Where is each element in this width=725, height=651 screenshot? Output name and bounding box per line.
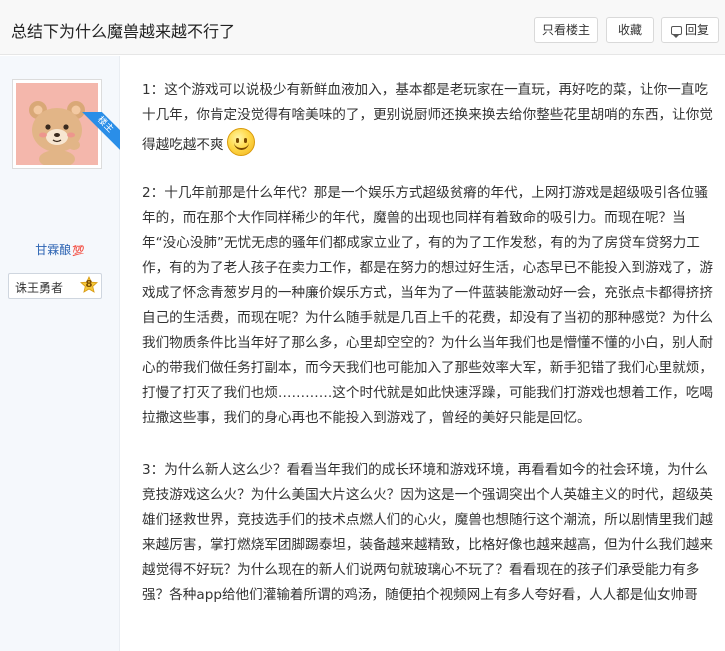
reply-button-label: 回复 (684, 23, 709, 37)
reply-icon (670, 26, 682, 38)
post-content: 1：这个游戏可以说极少有新鲜血液加入，基本都是老玩家在一直玩，再好吃的菜，让你一… (142, 78, 716, 635)
op-badge-label: 楼主 (80, 112, 120, 151)
post-paragraph-2: 2：十几年前那是什么年代？那是一个娱乐方式超级贫瘠的年代，上网打游戏是超级吸引各… (142, 185, 713, 426)
op-badge: 楼主 (80, 112, 120, 152)
rank-badge[interactable]: 诛王勇者 8 (8, 273, 102, 299)
username-text: 甘霖酿 (35, 243, 72, 257)
hundred-points-icon: 💯 (72, 246, 85, 257)
rank-title: 诛王勇者 (15, 281, 64, 295)
post-paragraph-3: 3：为什么新人这么少？看看当年我们的成长环境和游戏环境，再看看如今的社会环境，为… (142, 462, 713, 603)
author-username[interactable]: 甘霖酿💯 (0, 241, 120, 258)
thread-title: 总结下为什么魔兽越来越不行了 (11, 22, 236, 41)
thread-header: 总结下为什么魔兽越来越不行了 只看楼主 收藏 回复 (0, 0, 725, 55)
only-op-button[interactable]: 只看楼主 (534, 17, 598, 43)
rank-level-number: 8 (85, 279, 93, 290)
level-star-icon: 8 (79, 276, 99, 296)
favorite-button[interactable]: 收藏 (606, 17, 654, 43)
post-paragraph-1: 1：这个游戏可以说极少有新鲜血液加入，基本都是老玩家在一直玩，再好吃的菜，让你一… (142, 78, 716, 158)
smiley-emoji-icon (226, 128, 255, 156)
author-sidebar: 楼主 甘霖酿💯 诛王勇者 8 (0, 56, 120, 651)
reply-button[interactable]: 回复 (661, 17, 719, 43)
